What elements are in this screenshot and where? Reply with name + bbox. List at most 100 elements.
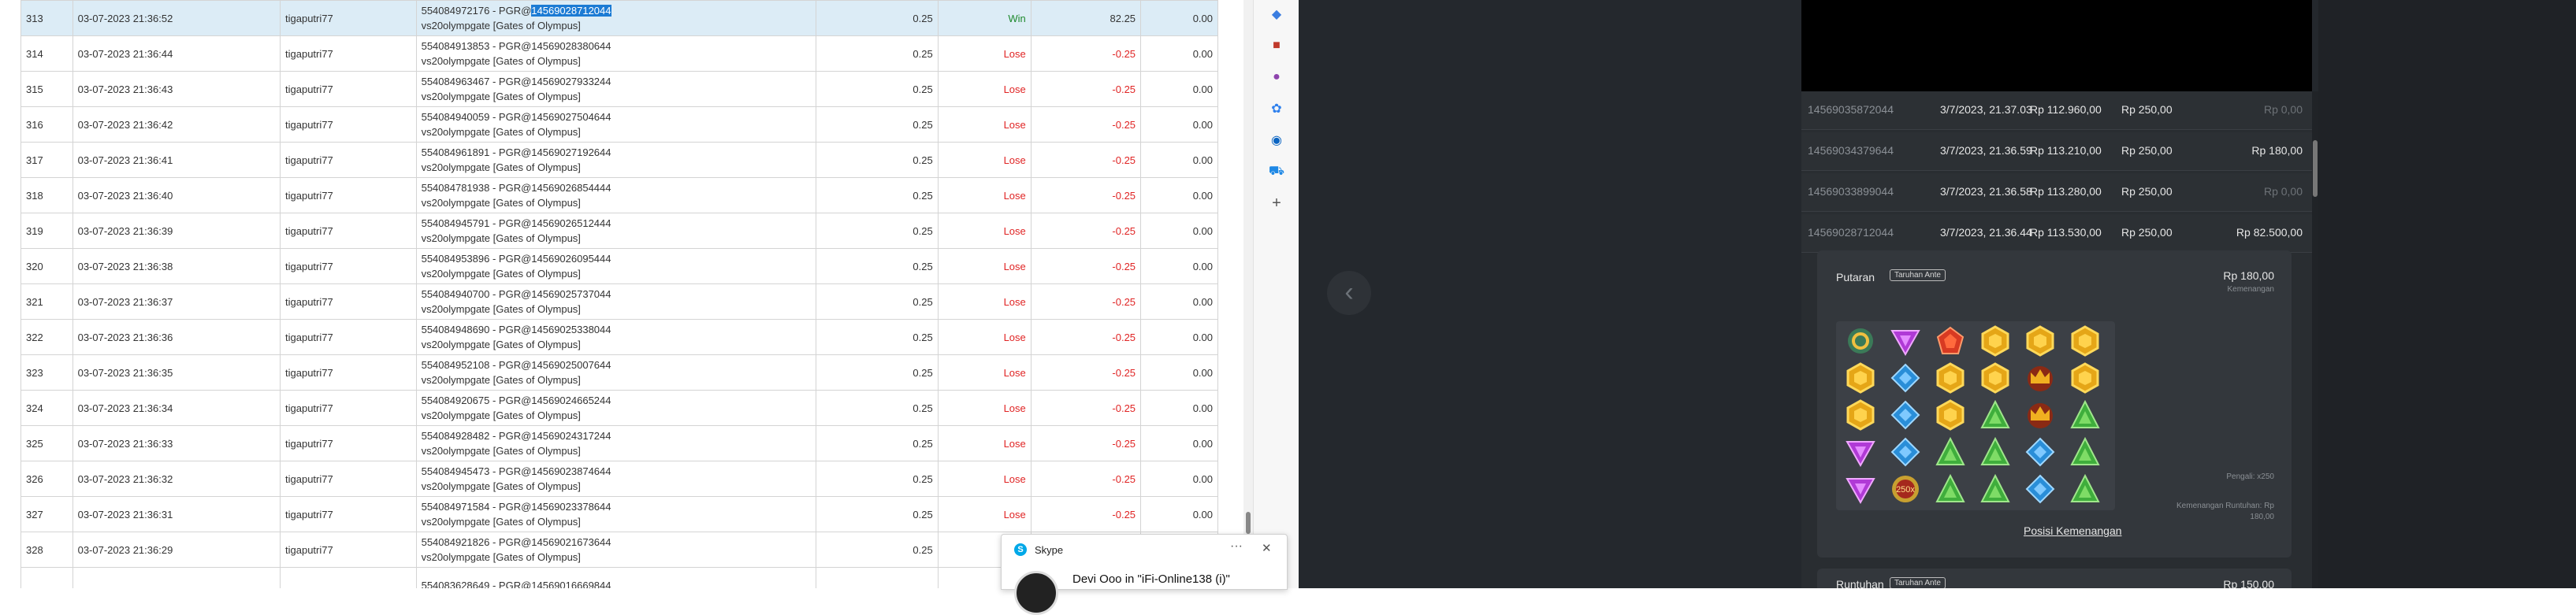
row-description: 554084781938 - PGR@14569026854444 vs20oly… bbox=[415, 177, 817, 213]
row-winloss: -0.25 bbox=[1030, 390, 1142, 426]
table-row[interactable]: 327 03-07-2023 21:36:31 tigaputri77 5540849… bbox=[20, 496, 1218, 532]
description-game: vs20olympgate [Gates of Olympus] bbox=[421, 480, 581, 492]
detail-amount-label: Kemenangan bbox=[2227, 285, 2275, 294]
video-area bbox=[1801, 0, 2312, 91]
toast-app-name: Skype bbox=[1035, 544, 1064, 556]
row-bet: 0.25 bbox=[816, 390, 939, 426]
plus-icon[interactable]: + bbox=[1267, 194, 1286, 213]
green-tri-symbol-icon bbox=[1980, 399, 2010, 428]
description-game: vs20olympgate [Gates of Olympus] bbox=[421, 551, 581, 563]
row-number: 325 bbox=[20, 425, 73, 461]
green-tri-symbol-icon bbox=[2070, 436, 2100, 465]
toolbox-icon[interactable]: ■ bbox=[1267, 36, 1286, 55]
table-row[interactable]: 326 03-07-2023 21:36:32 tigaputri77 5540849… bbox=[20, 461, 1218, 497]
shopping-icon[interactable]: ⛟ bbox=[1267, 162, 1286, 181]
red-gem-symbol-icon bbox=[1936, 326, 1965, 354]
row-user: tigaputri77 bbox=[280, 248, 417, 284]
row-user: tigaputri77 bbox=[280, 496, 417, 532]
row-description: 554084940700 - PGR@14569025737044 vs20oly… bbox=[415, 283, 817, 320]
row-balance: 0.00 bbox=[1140, 425, 1218, 461]
table-row[interactable]: 317 03-07-2023 21:36:41 tigaputri77 5540849… bbox=[20, 142, 1218, 178]
row-balance: 0.00 bbox=[1140, 0, 1218, 36]
row-number: 324 bbox=[20, 390, 73, 426]
table-row[interactable]: 322 03-07-2023 21:36:36 tigaputri77 5540849… bbox=[20, 319, 1218, 355]
row-result: Lose bbox=[937, 71, 1032, 107]
next-tumble-card: Runtuhan Taruhan Ante Rp 150,00 bbox=[1817, 569, 2292, 588]
table-row[interactable]: 323 03-07-2023 21:36:35 tigaputri77 5540849… bbox=[20, 354, 1218, 391]
row-user: tigaputri77 bbox=[280, 461, 417, 497]
dark-margin bbox=[2318, 0, 2576, 588]
row-user: tigaputri77 bbox=[280, 532, 417, 568]
description-game: vs20olympgate [Gates of Olympus] bbox=[421, 232, 581, 244]
close-icon[interactable]: ✕ bbox=[1262, 541, 1272, 555]
row-user: tigaputri77 bbox=[280, 106, 417, 143]
row-winloss: -0.25 bbox=[1030, 248, 1142, 284]
description-game: vs20olympgate [Gates of Olympus] bbox=[421, 91, 581, 102]
row-time: 03-07-2023 21:36:31 bbox=[72, 496, 281, 532]
row-balance: 0.00 bbox=[1140, 354, 1218, 391]
row-result: Win bbox=[937, 0, 1032, 36]
row-time: 03-07-2023 21:36:39 bbox=[72, 213, 281, 249]
browser-sidebar: ◆ ■ ● ✿ ◉ ⛟ + bbox=[1253, 0, 1299, 588]
table-scrollbar[interactable] bbox=[1243, 0, 1253, 588]
round-bet: Rp 250,00 bbox=[2121, 185, 2173, 198]
row-time: 03-07-2023 21:36:32 bbox=[72, 461, 281, 497]
row-result: Lose bbox=[937, 496, 1032, 532]
table-row[interactable]: 324 03-07-2023 21:36:34 tigaputri77 5540849… bbox=[20, 390, 1218, 426]
row-balance: 0.00 bbox=[1140, 283, 1218, 320]
selected-text[interactable]: 14569028712044 bbox=[531, 5, 611, 17]
row-balance: 0.00 bbox=[1140, 142, 1218, 178]
table-row[interactable]: 320 03-07-2023 21:36:38 tigaputri77 5540849… bbox=[20, 248, 1218, 284]
row-winloss: -0.25 bbox=[1030, 496, 1142, 532]
row-user: tigaputri77 bbox=[280, 71, 417, 107]
row-description: 554084952108 - PGR@14569025007644 vs20oly… bbox=[415, 354, 817, 391]
row-user: tigaputri77 bbox=[280, 354, 417, 391]
chevron-left-icon[interactable]: ‹ bbox=[1327, 271, 1371, 315]
copilot-icon[interactable]: ✿ bbox=[1267, 99, 1286, 118]
table-row[interactable]: 325 03-07-2023 21:36:33 tigaputri77 5540849… bbox=[20, 425, 1218, 461]
round-detail-card: Putaran Taruhan Ante Rp 180,00 Kemenanga… bbox=[1817, 250, 2292, 558]
table-row[interactable]: 321 03-07-2023 21:36:37 tigaputri77 5540849… bbox=[20, 283, 1218, 320]
description-id: 554084953896 - PGR@14569026095444 bbox=[421, 253, 611, 265]
row-bet bbox=[816, 567, 939, 588]
green-tri-symbol-icon bbox=[1935, 473, 1965, 502]
row-number: 313 bbox=[20, 0, 73, 36]
history-scrollbar-thumb[interactable] bbox=[2313, 140, 2318, 197]
table-row[interactable]: 315 03-07-2023 21:36:43 tigaputri77 5540849… bbox=[20, 71, 1218, 107]
more-options-icon[interactable]: ··· bbox=[1230, 539, 1243, 554]
description-game: vs20olympgate [Gates of Olympus] bbox=[421, 197, 581, 209]
row-description: 554084920675 - PGR@14569024665244 vs20oly… bbox=[415, 390, 817, 426]
table-row[interactable]: 313 03-07-2023 21:36:52 tigaputri77 5540849… bbox=[20, 0, 1218, 36]
row-balance: 0.00 bbox=[1140, 71, 1218, 107]
table-row[interactable]: 316 03-07-2023 21:36:42 tigaputri77 5540849… bbox=[20, 106, 1218, 143]
skype-notification[interactable]: S Skype ··· ✕ Devi Ooo in "iFi-Online138… bbox=[1001, 534, 1288, 615]
round-win: Rp 0,00 bbox=[2263, 103, 2303, 116]
round-row[interactable]: 14569034379644 3/7/2023, 21.36.59 Rp 113.2… bbox=[1801, 132, 2312, 171]
table-row[interactable]: 318 03-07-2023 21:36:40 tigaputri77 5540847… bbox=[20, 177, 1218, 213]
description-id: 554084913853 - PGR@14569028380644 bbox=[421, 40, 611, 52]
row-result: Lose bbox=[937, 213, 1032, 249]
row-time: 03-07-2023 21:36:52 bbox=[72, 0, 281, 36]
tag-icon[interactable]: ◆ bbox=[1267, 5, 1286, 24]
outlook-icon[interactable]: ◉ bbox=[1267, 131, 1286, 150]
table-row[interactable]: 319 03-07-2023 21:36:39 tigaputri77 5540849… bbox=[20, 213, 1218, 249]
table-scrollbar-thumb[interactable] bbox=[1246, 512, 1251, 534]
description-game: vs20olympgate [Gates of Olympus] bbox=[421, 55, 581, 67]
description-id: 554084961891 - PGR@14569027192644 bbox=[421, 146, 611, 158]
people-icon[interactable]: ● bbox=[1267, 68, 1286, 87]
row-description: 554084945791 - PGR@14569026512444 vs20oly… bbox=[415, 213, 817, 249]
detail-amount: Rp 180,00 bbox=[2223, 269, 2274, 282]
row-balance: 0.00 bbox=[1140, 213, 1218, 249]
table-row[interactable]: 314 03-07-2023 21:36:44 tigaputri77 5540849… bbox=[20, 35, 1218, 72]
row-description: 554084948690 - PGR@14569025338044 vs20oly… bbox=[415, 319, 817, 355]
game-history-window: ‹ 14569035872044 3/7/2023, 21.37.03 Rp 112… bbox=[1299, 0, 2576, 588]
round-row[interactable]: 14569033899044 3/7/2023, 21.36.58 Rp 113.2… bbox=[1801, 173, 2312, 212]
row-description: 554084921826 - PGR@14569021673644 vs20oly… bbox=[415, 532, 817, 568]
row-time bbox=[72, 567, 281, 588]
winning-positions-link[interactable]: Posisi Kemenangan bbox=[2024, 524, 2122, 537]
description-game: vs20olympgate [Gates of Olympus] bbox=[421, 161, 581, 173]
round-row[interactable]: 14569028712044 3/7/2023, 21.36.44 Rp 113.5… bbox=[1801, 214, 2312, 253]
gold-hex-symbol-icon bbox=[1846, 399, 1875, 431]
round-row[interactable]: 14569035872044 3/7/2023, 21.37.03 Rp 112.9… bbox=[1801, 91, 2312, 130]
description-game: vs20olympgate [Gates of Olympus] bbox=[421, 516, 581, 528]
